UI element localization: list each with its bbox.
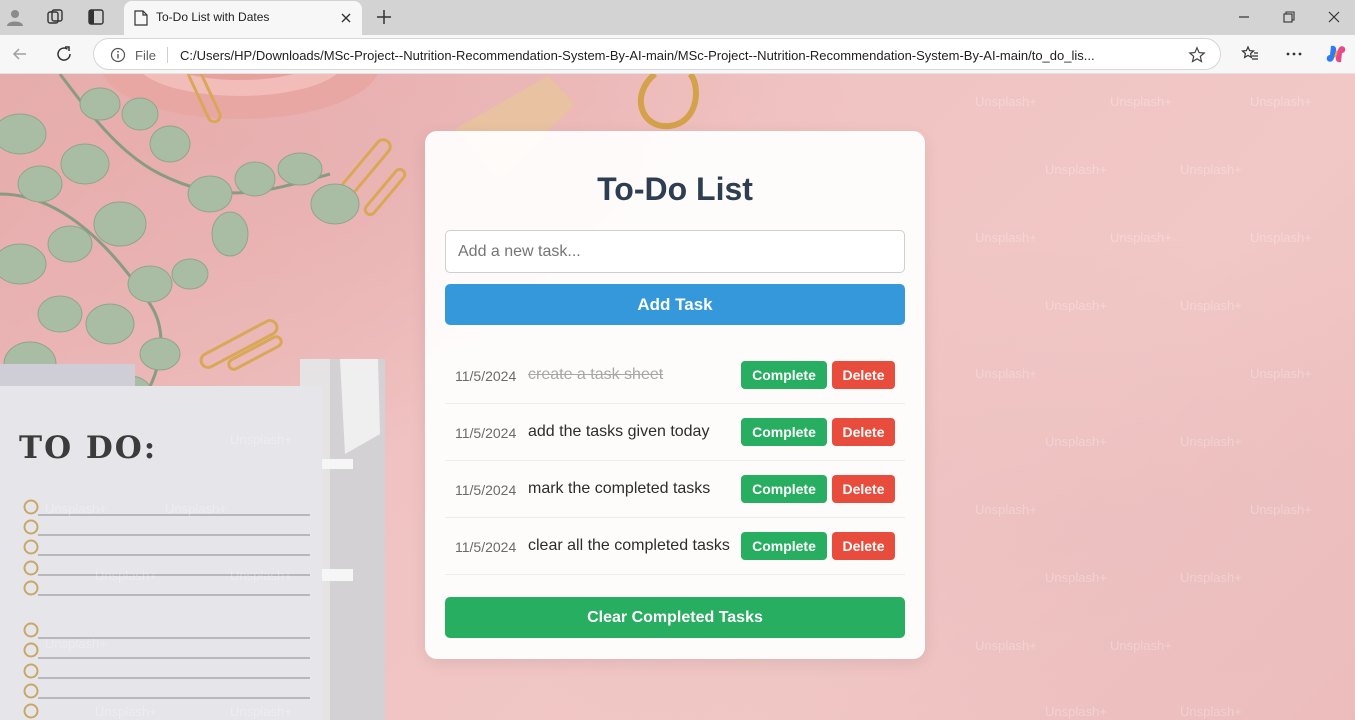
task-text: add the tasks given today bbox=[528, 423, 710, 440]
watermark: Unsplash+ bbox=[1180, 298, 1242, 313]
watermark: Unsplash+ bbox=[45, 636, 107, 651]
task-item: 11/5/2024 mark the completed tasks Compl… bbox=[445, 461, 905, 518]
task-item: 11/5/2024 add the tasks given today Comp… bbox=[445, 404, 905, 461]
watermark: Unsplash+ bbox=[95, 568, 157, 583]
watermark: Unsplash+ bbox=[975, 366, 1037, 381]
watermark: Unsplash+ bbox=[45, 501, 107, 516]
watermark: Unsplash+ bbox=[1045, 298, 1107, 313]
notepad-title: TO DO: bbox=[19, 430, 158, 466]
watermark: Unsplash+ bbox=[95, 704, 157, 719]
watermark: Unsplash+ bbox=[975, 638, 1037, 653]
address-bar[interactable]: File C:/Users/HP/Downloads/MSc-Project--… bbox=[93, 38, 1221, 70]
task-text: create a task sheet bbox=[528, 366, 664, 383]
watermark: Unsplash+ bbox=[1045, 434, 1107, 449]
delete-button[interactable]: Delete bbox=[832, 475, 895, 503]
watermark: Unsplash+ bbox=[1180, 704, 1242, 719]
url-text[interactable]: C:/Users/HP/Downloads/MSc-Project--Nutri… bbox=[180, 48, 1175, 63]
complete-button[interactable]: Complete bbox=[741, 532, 827, 560]
task-item: 11/5/2024 clear all the completed tasks … bbox=[445, 518, 905, 575]
task-text: clear all the completed tasks bbox=[528, 537, 730, 554]
info-icon[interactable] bbox=[110, 47, 126, 63]
watermark: Unsplash+ bbox=[1110, 638, 1172, 653]
complete-button[interactable]: Complete bbox=[741, 418, 827, 446]
refresh-icon[interactable] bbox=[53, 43, 75, 65]
new-tab-icon[interactable] bbox=[373, 6, 395, 28]
watermark: Unsplash+ bbox=[975, 230, 1037, 245]
close-window-icon[interactable] bbox=[1325, 8, 1343, 26]
copilot-icon[interactable] bbox=[1325, 43, 1347, 65]
complete-button[interactable]: Complete bbox=[741, 475, 827, 503]
favorites-icon[interactable] bbox=[1239, 43, 1261, 65]
watermark: Unsplash+ bbox=[1250, 94, 1312, 109]
watermark: Unsplash+ bbox=[1110, 230, 1172, 245]
watermark: Unsplash+ bbox=[1180, 434, 1242, 449]
divider bbox=[167, 47, 168, 63]
watermark: Unsplash+ bbox=[1110, 94, 1172, 109]
minimize-icon[interactable] bbox=[1235, 8, 1253, 26]
active-tab[interactable]: To-Do List with Dates bbox=[124, 1, 362, 36]
task-list: 11/5/2024 create a task sheet Complete D… bbox=[445, 347, 905, 575]
browser-tab-bar: To-Do List with Dates bbox=[0, 0, 1355, 36]
task-text: mark the completed tasks bbox=[528, 480, 711, 497]
watermark: Unsplash+ bbox=[1045, 704, 1107, 719]
clear-completed-button[interactable]: Clear Completed Tasks bbox=[445, 597, 905, 638]
page-icon bbox=[130, 7, 152, 29]
restore-icon[interactable] bbox=[1280, 8, 1298, 26]
todo-card: To-Do List Add Task 11/5/2024 create a t… bbox=[425, 131, 925, 659]
task-item: 11/5/2024 create a task sheet Complete D… bbox=[445, 347, 905, 404]
workspaces-icon[interactable] bbox=[44, 6, 66, 28]
delete-button[interactable]: Delete bbox=[832, 418, 895, 446]
watermark: Unsplash+ bbox=[1045, 162, 1107, 177]
page-title: To-Do List bbox=[597, 171, 753, 207]
watermark: Unsplash+ bbox=[1180, 162, 1242, 177]
watermark: Unsplash+ bbox=[165, 501, 227, 516]
tab-title: To-Do List with Dates bbox=[156, 10, 270, 24]
vertical-tabs-icon[interactable] bbox=[85, 6, 107, 28]
watermark: Unsplash+ bbox=[1250, 366, 1312, 381]
watermark: Unsplash+ bbox=[975, 94, 1037, 109]
task-date: 11/5/2024 bbox=[455, 539, 517, 555]
delete-button[interactable]: Delete bbox=[832, 532, 895, 560]
favorite-star-icon[interactable] bbox=[1188, 46, 1206, 64]
watermark: Unsplash+ bbox=[230, 432, 292, 447]
watermark: Unsplash+ bbox=[1180, 570, 1242, 585]
task-date: 11/5/2024 bbox=[455, 368, 517, 384]
watermark: Unsplash+ bbox=[975, 502, 1037, 517]
task-date: 11/5/2024 bbox=[455, 482, 517, 498]
complete-button[interactable]: Complete bbox=[741, 361, 827, 389]
browser-toolbar: File C:/Users/HP/Downloads/MSc-Project--… bbox=[0, 35, 1355, 74]
profile-icon[interactable] bbox=[4, 6, 26, 28]
add-task-button[interactable]: Add Task bbox=[445, 284, 905, 325]
new-task-input[interactable] bbox=[445, 230, 905, 273]
watermark: Unsplash+ bbox=[1250, 230, 1312, 245]
scheme-label: File bbox=[135, 48, 156, 63]
delete-button[interactable]: Delete bbox=[832, 361, 895, 389]
watermark: Unsplash+ bbox=[230, 568, 292, 583]
task-date: 11/5/2024 bbox=[455, 425, 517, 441]
watermark: Unsplash+ bbox=[1250, 502, 1312, 517]
close-tab-icon[interactable] bbox=[338, 10, 354, 26]
more-options-icon[interactable] bbox=[1283, 43, 1305, 65]
watermark: Unsplash+ bbox=[230, 704, 292, 719]
watermark: Unsplash+ bbox=[1045, 570, 1107, 585]
back-icon[interactable] bbox=[9, 43, 31, 65]
